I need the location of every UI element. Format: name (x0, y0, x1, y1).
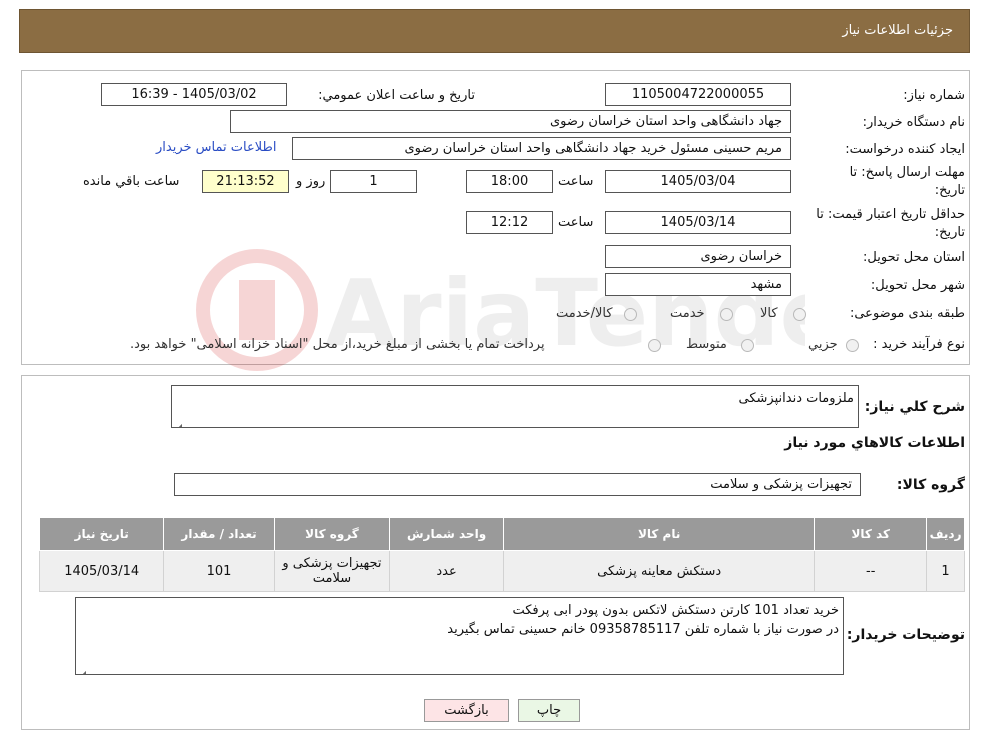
announce-label: تاریخ و ساعت اعلان عمومي: (318, 88, 475, 103)
days-field: 1 (330, 170, 417, 193)
need-number-label: شماره نیاز: (903, 88, 965, 103)
deadline-time-label: ساعت (558, 174, 594, 189)
category-radio-service[interactable] (720, 308, 733, 321)
table-row: 1 -- دستکش معاینه پزشکی عدد تجهیزات پزشک… (38, 550, 965, 592)
print-button[interactable]: چاپ (518, 699, 580, 722)
resize-handle-icon[interactable]: ◢ (174, 417, 182, 427)
buyer-notes-line-1: خرید تعداد 101 کارتن دستکش لاتکس بدون پو… (512, 603, 839, 618)
creator-field: مریم حسینی مسئول خرید جهاد دانشگاهی واحد… (292, 137, 791, 160)
validity-label-date: تاريخ: (934, 225, 965, 240)
back-button[interactable]: بازگشت (424, 699, 509, 722)
buyer-contact-link[interactable]: اطلاعات تماس خريدار (156, 140, 276, 155)
cell-row: 1 (926, 550, 965, 592)
page-title: جزئیات اطلاعات نیاز (842, 23, 953, 38)
th-unit: واحد شمارش (389, 517, 504, 551)
summary-textarea: ملزومات دندانپزشکی ◢ (171, 385, 859, 428)
deadline-date-field: 1405/03/04 (605, 170, 791, 193)
buyer-notes-label: توضيحات خريدار: (846, 627, 965, 643)
process-radio-treasury[interactable] (648, 339, 661, 352)
process-option-medium: متوسط (686, 337, 727, 352)
buyer-notes-line-2: در صورت نیاز با شماره تلفن 09358785117 خ… (447, 622, 839, 637)
cell-name: دستکش معاینه پزشکی (502, 550, 816, 592)
category-label: طبقه بندی موضوعی: (849, 306, 965, 321)
th-group: گروه کالا (273, 517, 391, 551)
process-treasury-note: پرداخت تمام يا بخشی از مبلغ خريد،از محل … (130, 337, 545, 352)
process-option-partial: جزيي (808, 337, 838, 352)
buyer-org-field: جهاد دانشگاهی واحد استان خراسان رضوی (230, 110, 791, 133)
th-name: نام کالا (502, 517, 816, 551)
creator-label: ايجاد کننده درخواست: (845, 142, 965, 157)
deadline-label: مهلت ارسال پاسخ: تا (849, 165, 965, 180)
cell-date: 1405/03/14 (38, 550, 165, 592)
process-label: نوع فرآيند خريد : (873, 337, 965, 352)
goods-info-title: اطلاعات کالاهاي مورد نياز (784, 435, 965, 451)
days-label: روز و (296, 174, 326, 189)
validity-time-field: 12:12 (466, 211, 553, 234)
th-row: رديف (926, 517, 965, 551)
category-option-service: خدمت (670, 306, 705, 321)
remaining-label: ساعت باقي مانده (83, 174, 180, 189)
buyer-notes-textarea: خرید تعداد 101 کارتن دستکش لاتکس بدون پو… (75, 597, 844, 675)
cell-qty: 101 (163, 550, 275, 592)
buyer-org-label: نام دستگاه خريدار: (862, 115, 965, 130)
th-qty: تعداد / مقدار (163, 517, 275, 551)
validity-label: حداقل تاريخ اعتبار قيمت: تا (816, 207, 965, 222)
th-code: کد کالا (814, 517, 928, 551)
category-option-goods-service: کالا/خدمت (556, 306, 613, 321)
announce-datetime-field: 1405/03/02 - 16:39 (101, 83, 287, 106)
validity-time-label: ساعت (558, 215, 594, 230)
th-date: تاريخ نياز (38, 517, 165, 551)
validity-date-field: 1405/03/14 (605, 211, 791, 234)
deadline-time-field: 18:00 (466, 170, 553, 193)
city-field: مشهد (605, 273, 791, 296)
category-radio-goods-service[interactable] (624, 308, 637, 321)
cell-code: -- (814, 550, 928, 592)
category-option-goods: کالا (760, 306, 778, 321)
summary-text: ملزومات دندانپزشکی (738, 391, 854, 406)
resize-handle-icon[interactable]: ◢ (78, 664, 86, 674)
city-label: شهر محل تحويل: (870, 278, 965, 293)
deadline-label-date: تاريخ: (934, 183, 965, 198)
page-header: جزئیات اطلاعات نیاز (19, 9, 970, 53)
cell-group: تجهیزات پزشکی و سلامت (273, 550, 391, 592)
items-table: رديف کد کالا نام کالا واحد شمارش گروه کا… (38, 517, 965, 592)
province-field: خراسان رضوی (605, 245, 791, 268)
province-label: استان محل تحويل: (863, 250, 965, 265)
goods-group-label: گروه کالا: (896, 477, 965, 493)
table-header-row: رديف کد کالا نام کالا واحد شمارش گروه کا… (38, 517, 965, 551)
summary-label: شرح کلي نياز: (864, 399, 965, 415)
remaining-time-field: 21:13:52 (202, 170, 289, 193)
process-radio-medium[interactable] (741, 339, 754, 352)
cell-unit: عدد (389, 550, 504, 592)
category-radio-goods[interactable] (793, 308, 806, 321)
goods-group-field: تجهیزات پزشکی و سلامت (174, 473, 861, 496)
need-number-field: 1105004722000055 (605, 83, 791, 106)
process-radio-partial[interactable] (846, 339, 859, 352)
